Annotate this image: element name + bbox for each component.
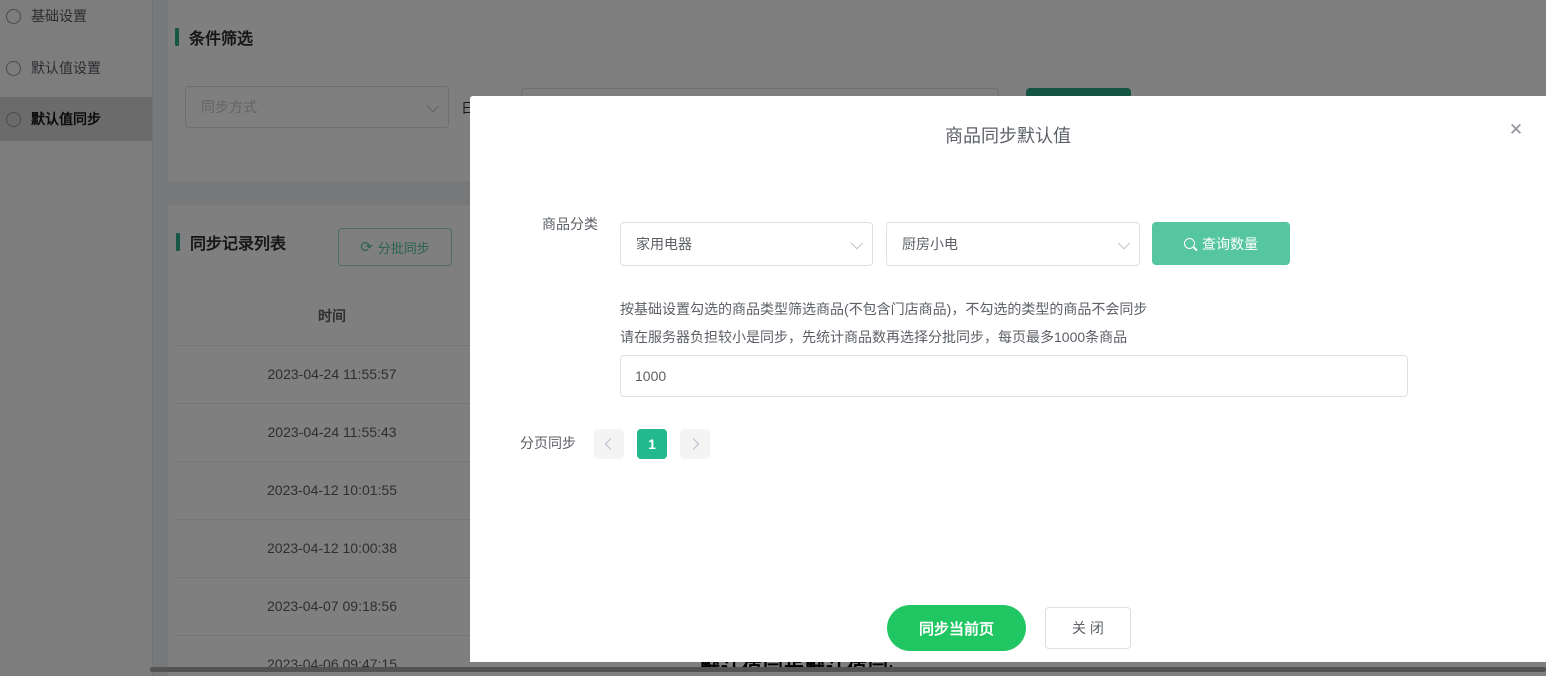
close-button[interactable]: 关 闭	[1045, 607, 1131, 649]
category-label: 商品分类	[542, 216, 598, 232]
sync-current-page-button[interactable]: 同步当前页	[887, 605, 1026, 651]
chevron-right-icon	[687, 438, 700, 450]
app-root: 基础设置 默认值设置 默认值同步 条件筛选 同步方式 日	[0, 0, 1546, 676]
query-count-button[interactable]: 查询数量	[1152, 222, 1290, 265]
page-size-input[interactable]	[620, 355, 1408, 397]
pagination-prev-button[interactable]	[594, 429, 624, 459]
category-level1-value: 家用电器	[636, 236, 692, 252]
pagination-next-button[interactable]	[680, 429, 710, 459]
magnifier-icon	[1184, 238, 1195, 249]
pagination-current-page[interactable]: 1	[637, 429, 667, 459]
modal-title: 商品同步默认值	[945, 126, 1071, 146]
hint-line-1: 按基础设置勾选的商品类型筛选商品(不包含门店商品)，不勾选的类型的商品不会同步	[620, 301, 1148, 317]
product-sync-default-modal: 商品同步默认值 ✕ 商品分类 家用电器 厨房小电 查询数量 按基础设置勾选的商品…	[470, 96, 1546, 662]
category-level2-select[interactable]: 厨房小电	[886, 222, 1140, 266]
category-level2-value: 厨房小电	[902, 236, 958, 252]
category-level1-select[interactable]: 家用电器	[620, 222, 873, 266]
chevron-left-icon	[604, 438, 617, 450]
chevron-down-icon	[850, 236, 864, 249]
close-icon[interactable]: ✕	[1502, 116, 1530, 144]
query-count-button-label: 查询数量	[1202, 235, 1258, 252]
chevron-down-icon	[1117, 236, 1131, 249]
pagination-label: 分页同步	[520, 435, 576, 451]
hint-line-2: 请在服务器负担较小是同步，先统计商品数再选择分批同步，每页最多1000条商品	[620, 329, 1128, 345]
